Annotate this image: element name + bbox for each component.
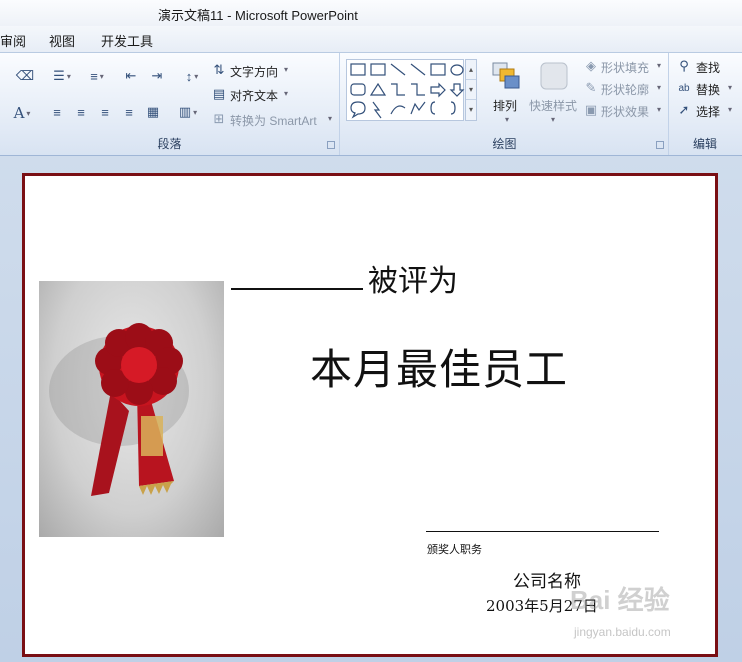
shape-fill-dropdown-icon[interactable]: ▾	[657, 61, 661, 70]
baidu-watermark-url: jingyan.baidu.com	[574, 625, 671, 639]
arrange-button[interactable]: 排列	[493, 97, 517, 114]
freeform-shape-icon	[410, 101, 426, 115]
text-direction-icon[interactable]: ⇅	[210, 61, 228, 79]
arrange-dropdown-icon[interactable]: ▾	[505, 115, 509, 124]
text-direction-dropdown-icon[interactable]: ▾	[284, 65, 288, 74]
text-direction-button[interactable]: 文字方向	[230, 63, 278, 80]
tab-developer[interactable]: 开发工具	[101, 31, 153, 50]
gallery-scrollbar[interactable]: ▴ ▾ ▾	[465, 59, 477, 121]
arrange-icon[interactable]	[489, 59, 523, 93]
align-center-icon[interactable]: ≡	[72, 103, 90, 121]
paragraph-group-label: 段落	[157, 137, 182, 151]
convert-smartart-button[interactable]: 转换为 SmartArt	[230, 112, 317, 129]
binoculars-icon: ⚲	[679, 58, 689, 73]
ribbon-tabs: 审阅 视图 开发工具	[0, 26, 742, 52]
oval-shape-icon	[450, 64, 464, 76]
find-button[interactable]: 查找	[696, 59, 720, 76]
elbow-arrow-shape-icon	[411, 83, 425, 96]
right-brace-shape-icon	[450, 101, 456, 115]
rounded-rectangle-shape-icon	[350, 83, 366, 96]
quick-styles-dropdown-icon[interactable]: ▾	[551, 115, 555, 124]
right-arrow-shape-icon	[430, 82, 446, 98]
paint-bucket-icon: ◈	[586, 58, 596, 73]
replace-icon: ab	[678, 82, 690, 94]
callout-shape-icon	[350, 101, 366, 119]
award-title[interactable]: 本月最佳员工	[310, 336, 568, 397]
paragraph-launcher-icon[interactable]	[327, 141, 335, 149]
shape-effects-icon: ▣	[584, 102, 598, 117]
shape-effects-dropdown-icon[interactable]: ▾	[657, 105, 661, 114]
shape-outline-button[interactable]: 形状轮廓	[601, 81, 649, 98]
justify-icon[interactable]: ≡	[120, 103, 138, 121]
baidu-watermark: Bai 经验	[570, 585, 670, 615]
font-color-button[interactable]: A ▾	[8, 103, 36, 123]
lightning-shape-icon	[372, 101, 382, 119]
signature-line	[426, 531, 659, 532]
cursor-arrow-icon: ➚	[678, 102, 690, 117]
line-shape-icon	[390, 63, 406, 76]
replace-dropdown-icon[interactable]: ▾	[728, 83, 732, 92]
drawing-group-label: 绘图	[492, 137, 517, 151]
select-button[interactable]: 选择	[696, 103, 720, 120]
tab-review[interactable]: 审阅	[0, 31, 26, 50]
shape-effects-button[interactable]: 形状效果	[601, 103, 649, 120]
quick-styles-swatch-icon	[540, 62, 568, 90]
tab-view[interactable]: 视图	[49, 31, 75, 50]
shapes-gallery[interactable]	[346, 59, 465, 121]
shape-outline-dropdown-icon[interactable]: ▾	[657, 83, 661, 92]
award-ribbon-icon	[49, 323, 189, 496]
arrange-shapes-icon	[492, 62, 520, 89]
window-title: 演示文稿11 - Microsoft PowerPoint	[158, 8, 358, 23]
pen-outline-icon: ✎	[585, 80, 597, 95]
left-brace-shape-icon	[430, 101, 436, 115]
title-bar: 演示文稿11 - Microsoft PowerPoint	[0, 0, 742, 26]
award-ribbon-photo[interactable]	[39, 281, 224, 537]
drawing-launcher-icon[interactable]	[656, 141, 664, 149]
text-box-shape-icon	[350, 63, 366, 76]
presenter-title-text[interactable]: 颁奖人职务	[427, 541, 482, 557]
line-spacing-button[interactable]: ↕ ▾	[178, 67, 206, 85]
clear-format-icon[interactable]: ⌫	[14, 67, 36, 85]
gallery-scroll-down-icon[interactable]: ▾	[466, 80, 476, 100]
smartart-icon[interactable]: ⊞	[210, 110, 228, 128]
smartart-dropdown-icon[interactable]: ▾	[328, 114, 332, 123]
paragraph-group: ⌫ ☰ ▾ ≡ ▾ ⇤ ⇥ ↕ ▾ ⇅ 文字方向 ▾ ▤ 对齐文本 ▾ A ▾ ≡ ≡ …	[0, 53, 340, 155]
elbow-connector-shape-icon	[391, 83, 405, 96]
align-left-icon[interactable]: ≡	[48, 103, 66, 121]
triangle-shape-icon	[369, 82, 387, 96]
arrow-line-shape-icon	[410, 63, 426, 76]
editing-group: ⚲ 查找 ab 替换 ▾ ➚ 选择 ▾ 编辑	[670, 53, 740, 155]
align-right-icon[interactable]: ≡	[96, 103, 114, 121]
align-text-button[interactable]: 对齐文本	[230, 87, 278, 104]
increase-indent-icon[interactable]: ⇥	[148, 67, 166, 85]
gallery-more-icon[interactable]: ▾	[466, 100, 476, 120]
quick-styles-icon[interactable]	[537, 59, 571, 93]
decrease-indent-icon[interactable]: ⇤	[122, 67, 140, 85]
select-dropdown-icon[interactable]: ▾	[728, 105, 732, 114]
quick-styles-button[interactable]: 快速样式	[529, 97, 577, 114]
numbering-button[interactable]: ≡ ▾	[82, 67, 112, 85]
replace-button[interactable]: 替换	[696, 81, 720, 98]
rectangle-shape-icon	[430, 63, 446, 76]
drawing-group: ▴ ▾ ▾ 排列 ▾ 快速样式 ▾ ◈ 形状填充 ▾ ✎ 形状轮廓 ▾ ▣ 形状…	[341, 53, 669, 155]
distribute-icon[interactable]: ▦	[144, 103, 162, 121]
winner-name-line	[231, 288, 363, 290]
shape-fill-button[interactable]: 形状填充	[601, 59, 649, 76]
gallery-scroll-up-icon[interactable]: ▴	[466, 60, 476, 80]
awarded-as-text[interactable]: 被评为	[368, 256, 458, 300]
ribbon: ⌫ ☰ ▾ ≡ ▾ ⇤ ⇥ ↕ ▾ ⇅ 文字方向 ▾ ▤ 对齐文本 ▾ A ▾ ≡ ≡ …	[0, 52, 742, 156]
down-arrow-shape-icon	[449, 83, 465, 97]
shapes-gallery-icons	[350, 63, 465, 119]
columns-button[interactable]: ▥ ▾	[174, 103, 202, 121]
arc-shape-icon	[390, 105, 406, 115]
bullets-button[interactable]: ☰ ▾	[48, 67, 76, 85]
vertical-text-box-shape-icon	[370, 63, 386, 76]
editing-group-label: 编辑	[692, 137, 717, 151]
align-text-icon[interactable]: ▤	[210, 85, 228, 103]
align-text-dropdown-icon[interactable]: ▾	[284, 89, 288, 98]
